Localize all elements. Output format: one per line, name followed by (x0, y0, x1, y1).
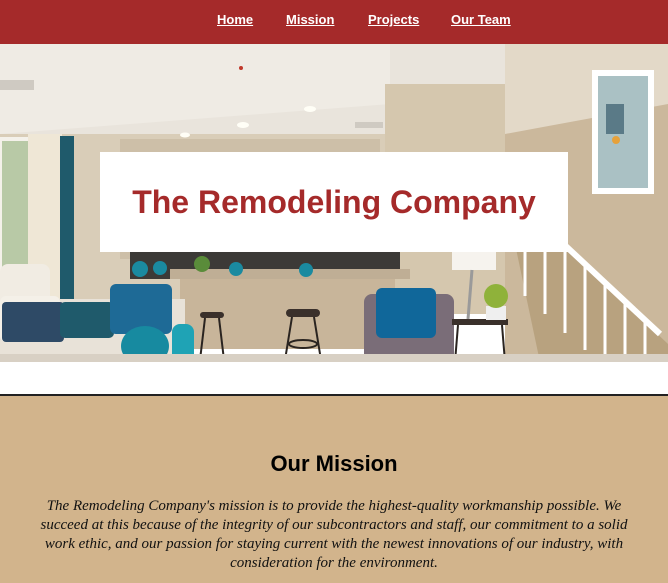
nav-link-our-team[interactable]: Our Team (451, 12, 511, 27)
mission-statement: The Remodeling Company's mission is to p… (40, 498, 628, 571)
hero-title-box: The Remodeling Company (100, 152, 568, 252)
company-title: The Remodeling Company (132, 183, 536, 220)
top-navigation: Home Mission Projects Our Team (0, 0, 668, 44)
nav-link-home[interactable]: Home (217, 12, 253, 27)
nav-link-mission[interactable]: Mission (286, 12, 334, 27)
mission-section: Our Mission The Remodeling Company's mis… (0, 394, 668, 583)
nav-link-projects[interactable]: Projects (368, 12, 419, 27)
mission-heading: Our Mission (270, 451, 398, 476)
section-spacer (0, 362, 668, 394)
